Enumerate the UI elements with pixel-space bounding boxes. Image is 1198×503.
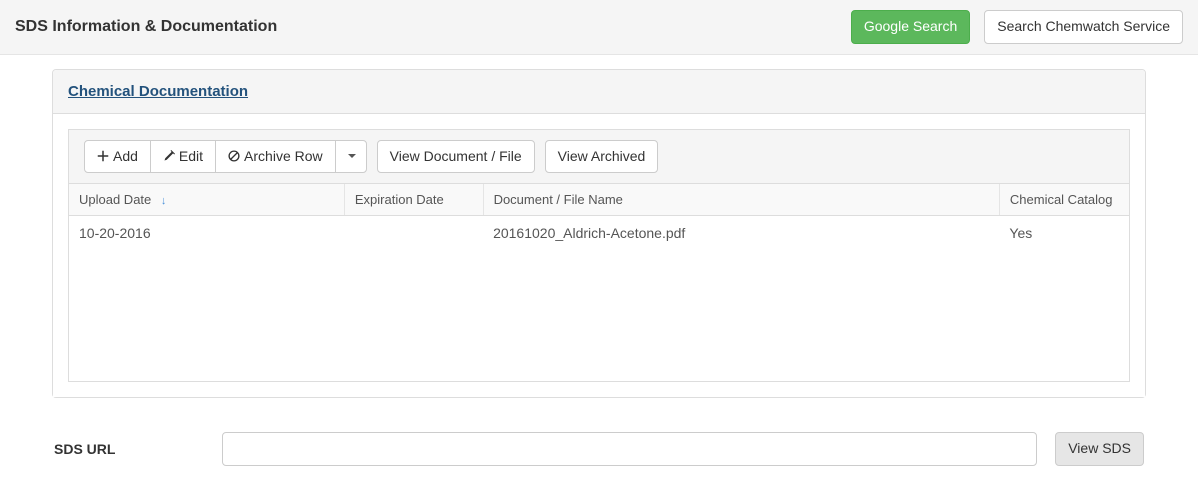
add-button[interactable]: Add xyxy=(84,140,151,174)
col-chemical-catalog-label: Chemical Catalog xyxy=(1010,192,1113,207)
table-body-scroll[interactable]: 10-20-2016 20161020_Aldrich-Acetone.pdf … xyxy=(69,216,1129,381)
sort-ascending-icon: ↓ xyxy=(161,195,167,207)
cell-upload-date: 10-20-2016 xyxy=(69,216,344,250)
page-title: SDS Information & Documentation xyxy=(15,18,277,36)
toolbar-btn-group: Add Edit Archive Row xyxy=(84,140,367,174)
chemical-documentation-link[interactable]: Chemical Documentation xyxy=(68,83,248,100)
cell-chemical-catalog: Yes xyxy=(999,216,1129,250)
table-header-row: Upload Date ↓ Expiration Date Document /… xyxy=(69,184,1129,216)
edit-button-label: Edit xyxy=(179,147,203,167)
panel-header: SDS Information & Documentation Google S… xyxy=(0,0,1198,55)
google-search-button[interactable]: Google Search xyxy=(851,10,970,44)
col-upload-date[interactable]: Upload Date ↓ xyxy=(69,184,344,216)
documents-table-body: 10-20-2016 20161020_Aldrich-Acetone.pdf … xyxy=(69,216,1129,250)
col-chemical-catalog[interactable]: Chemical Catalog xyxy=(999,184,1129,216)
search-chemwatch-button[interactable]: Search Chemwatch Service xyxy=(984,10,1183,44)
table-wrap: Upload Date ↓ Expiration Date Document /… xyxy=(68,183,1130,382)
header-actions: Google Search Search Chemwatch Service xyxy=(851,10,1183,44)
content-wrap: Chemical Documentation Add Edit xyxy=(0,55,1198,487)
sds-url-label: SDS URL xyxy=(54,441,204,457)
col-upload-date-label: Upload Date xyxy=(79,192,151,207)
pencil-icon xyxy=(163,147,179,167)
view-sds-button[interactable]: View SDS xyxy=(1055,432,1144,466)
edit-button[interactable]: Edit xyxy=(150,140,216,174)
archive-row-button[interactable]: Archive Row xyxy=(215,140,336,174)
section-heading: Chemical Documentation xyxy=(53,70,1145,114)
toolbar: Add Edit Archive Row xyxy=(68,129,1130,184)
table-row[interactable]: 10-20-2016 20161020_Aldrich-Acetone.pdf … xyxy=(69,216,1129,250)
view-archived-button[interactable]: View Archived xyxy=(545,140,659,174)
col-file-name-label: Document / File Name xyxy=(494,192,623,207)
sds-url-input[interactable] xyxy=(222,432,1037,466)
col-expiration-date-label: Expiration Date xyxy=(355,192,444,207)
archive-row-button-label: Archive Row xyxy=(244,147,323,167)
chemical-documentation-panel: Chemical Documentation Add Edit xyxy=(52,69,1146,399)
col-expiration-date[interactable]: Expiration Date xyxy=(344,184,483,216)
section-body: Add Edit Archive Row xyxy=(53,114,1145,398)
ban-circle-icon xyxy=(228,147,244,167)
cell-file-name: 20161020_Aldrich-Acetone.pdf xyxy=(483,216,999,250)
view-document-button[interactable]: View Document / File xyxy=(377,140,535,174)
col-file-name[interactable]: Document / File Name xyxy=(483,184,999,216)
archive-row-dropdown-toggle[interactable] xyxy=(335,140,367,174)
caret-down-icon xyxy=(348,154,356,158)
plus-icon xyxy=(97,147,113,167)
add-button-label: Add xyxy=(113,147,138,167)
sds-url-row: SDS URL View SDS xyxy=(52,432,1146,466)
documents-table-head: Upload Date ↓ Expiration Date Document /… xyxy=(69,184,1129,216)
cell-expiration-date xyxy=(344,216,483,250)
